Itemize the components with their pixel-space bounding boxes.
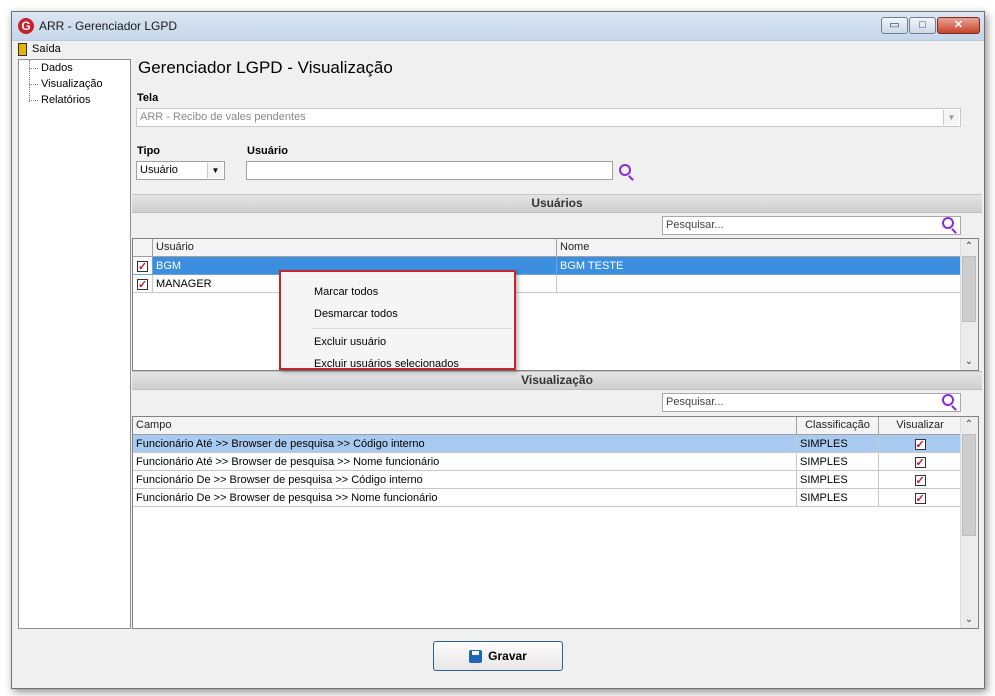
check-icon bbox=[137, 258, 148, 274]
navigation-tree: Dados Visualização Relatórios bbox=[18, 59, 131, 629]
scroll-down-icon[interactable]: ⌄ bbox=[961, 612, 977, 628]
context-separator bbox=[311, 328, 512, 329]
cell-nome bbox=[557, 275, 962, 293]
check-icon bbox=[137, 276, 148, 292]
window-title: ARR - Gerenciador LGPD bbox=[39, 19, 178, 33]
usuarios-grid-header: Usuário Nome bbox=[133, 239, 962, 257]
usuarios-grid: Usuário Nome BGM BGM TESTE MANAGER ⌃ ⌄ bbox=[132, 238, 979, 371]
check-icon bbox=[914, 472, 926, 488]
visualizacao-section-header: Visualização bbox=[132, 371, 982, 390]
tipo-select[interactable]: Usuário ▼ bbox=[136, 161, 225, 180]
context-menu: Marcar todos Desmarcar todos Excluir usu… bbox=[279, 270, 516, 370]
page-title: Gerenciador LGPD - Visualização bbox=[138, 58, 393, 77]
main-window: G ARR - Gerenciador LGPD ▭ □ ✕ Saída Dad… bbox=[11, 11, 985, 689]
cell-classificacao: SIMPLES bbox=[797, 453, 879, 471]
visualizacao-search-input[interactable]: Pesquisar... bbox=[662, 393, 961, 412]
menu-exit-label: Saída bbox=[32, 43, 61, 55]
tree-item-visualizacao[interactable]: Visualização bbox=[19, 76, 130, 92]
search-icon[interactable] bbox=[619, 164, 631, 176]
usuario-input[interactable] bbox=[246, 161, 613, 180]
visualizacao-grid: Campo Classificação Visualizar Funcionár… bbox=[132, 416, 979, 629]
visualizacao-grid-header: Campo Classificação Visualizar bbox=[133, 417, 962, 435]
cell-nome: BGM TESTE bbox=[557, 257, 962, 275]
col-usuario[interactable]: Usuário bbox=[153, 239, 557, 256]
app-logo-icon: G bbox=[18, 18, 34, 34]
row-checkbox[interactable] bbox=[133, 275, 153, 293]
save-button[interactable]: Gravar bbox=[433, 641, 563, 671]
cell-classificacao: SIMPLES bbox=[797, 471, 879, 489]
chevron-down-icon: ▼ bbox=[943, 110, 959, 125]
visualizar-checkbox[interactable] bbox=[879, 489, 962, 507]
cell-classificacao: SIMPLES bbox=[797, 435, 879, 453]
visualizar-checkbox[interactable] bbox=[879, 471, 962, 489]
row-checkbox[interactable] bbox=[133, 257, 153, 275]
table-row[interactable]: Funcionário De >> Browser de pesquisa >>… bbox=[133, 471, 962, 489]
usuarios-scrollbar[interactable]: ⌃ ⌄ bbox=[960, 239, 978, 370]
check-icon bbox=[914, 436, 926, 452]
context-item-excluir-usuario[interactable]: Excluir usuário bbox=[314, 336, 386, 348]
title-bar[interactable]: G ARR - Gerenciador LGPD ▭ □ ✕ bbox=[12, 12, 984, 41]
tela-select-value: ARR - Recibo de vales pendentes bbox=[140, 111, 306, 123]
table-row[interactable]: Funcionário Até >> Browser de pesquisa >… bbox=[133, 435, 962, 453]
visualizar-checkbox[interactable] bbox=[879, 453, 962, 471]
table-row[interactable]: BGM BGM TESTE bbox=[133, 257, 962, 275]
usuario-label: Usuário bbox=[247, 145, 288, 157]
cell-classificacao: SIMPLES bbox=[797, 489, 879, 507]
visualizar-checkbox[interactable] bbox=[879, 435, 962, 453]
menu-exit[interactable]: Saída bbox=[18, 41, 61, 57]
cell-campo: Funcionário De >> Browser de pesquisa >>… bbox=[133, 471, 797, 489]
col-visualizar[interactable]: Visualizar bbox=[879, 417, 962, 434]
tela-label: Tela bbox=[137, 92, 159, 104]
context-item-marcar-todos[interactable]: Marcar todos bbox=[314, 286, 378, 298]
cell-campo: Funcionário De >> Browser de pesquisa >>… bbox=[133, 489, 797, 507]
col-nome[interactable]: Nome bbox=[557, 239, 962, 256]
minimize-button[interactable]: ▭ bbox=[881, 17, 908, 34]
context-item-excluir-selecionados[interactable]: Excluir usuários selecionados bbox=[314, 358, 459, 370]
table-row[interactable]: Funcionário Até >> Browser de pesquisa >… bbox=[133, 453, 962, 471]
tree-item-dados[interactable]: Dados bbox=[19, 60, 130, 76]
cell-campo: Funcionário Até >> Browser de pesquisa >… bbox=[133, 435, 797, 453]
scroll-down-icon[interactable]: ⌄ bbox=[961, 354, 977, 370]
context-item-desmarcar-todos[interactable]: Desmarcar todos bbox=[314, 308, 398, 320]
check-icon bbox=[914, 490, 926, 506]
tipo-label: Tipo bbox=[137, 145, 161, 157]
scroll-thumb[interactable] bbox=[962, 434, 976, 536]
usuarios-search-input[interactable]: Pesquisar... bbox=[662, 216, 961, 235]
cell-campo: Funcionário Até >> Browser de pesquisa >… bbox=[133, 453, 797, 471]
close-button[interactable]: ✕ bbox=[937, 17, 980, 34]
menu-bar: Saída bbox=[12, 40, 984, 58]
check-icon bbox=[914, 454, 926, 470]
exit-door-icon bbox=[18, 42, 27, 56]
col-classificacao[interactable]: Classificação bbox=[797, 417, 879, 434]
col-check bbox=[133, 239, 153, 256]
tipo-select-value: Usuário bbox=[140, 164, 178, 176]
save-button-label: Gravar bbox=[488, 649, 527, 663]
scroll-up-icon[interactable]: ⌃ bbox=[961, 239, 977, 255]
table-row[interactable]: MANAGER bbox=[133, 275, 962, 293]
usuarios-section-header: Usuários bbox=[132, 194, 982, 213]
save-floppy-icon bbox=[469, 649, 483, 663]
maximize-button[interactable]: □ bbox=[909, 17, 936, 34]
search-icon[interactable] bbox=[942, 394, 954, 406]
tela-select[interactable]: ARR - Recibo de vales pendentes ▼ bbox=[136, 108, 961, 127]
chevron-down-icon: ▼ bbox=[207, 163, 223, 178]
scroll-up-icon[interactable]: ⌃ bbox=[961, 417, 977, 433]
visualizacao-scrollbar[interactable]: ⌃ ⌄ bbox=[960, 417, 978, 628]
table-row[interactable]: Funcionário De >> Browser de pesquisa >>… bbox=[133, 489, 962, 507]
scroll-thumb[interactable] bbox=[962, 256, 976, 322]
search-icon[interactable] bbox=[942, 217, 954, 229]
tree-item-relatorios[interactable]: Relatórios bbox=[19, 92, 130, 108]
col-campo[interactable]: Campo bbox=[133, 417, 797, 434]
